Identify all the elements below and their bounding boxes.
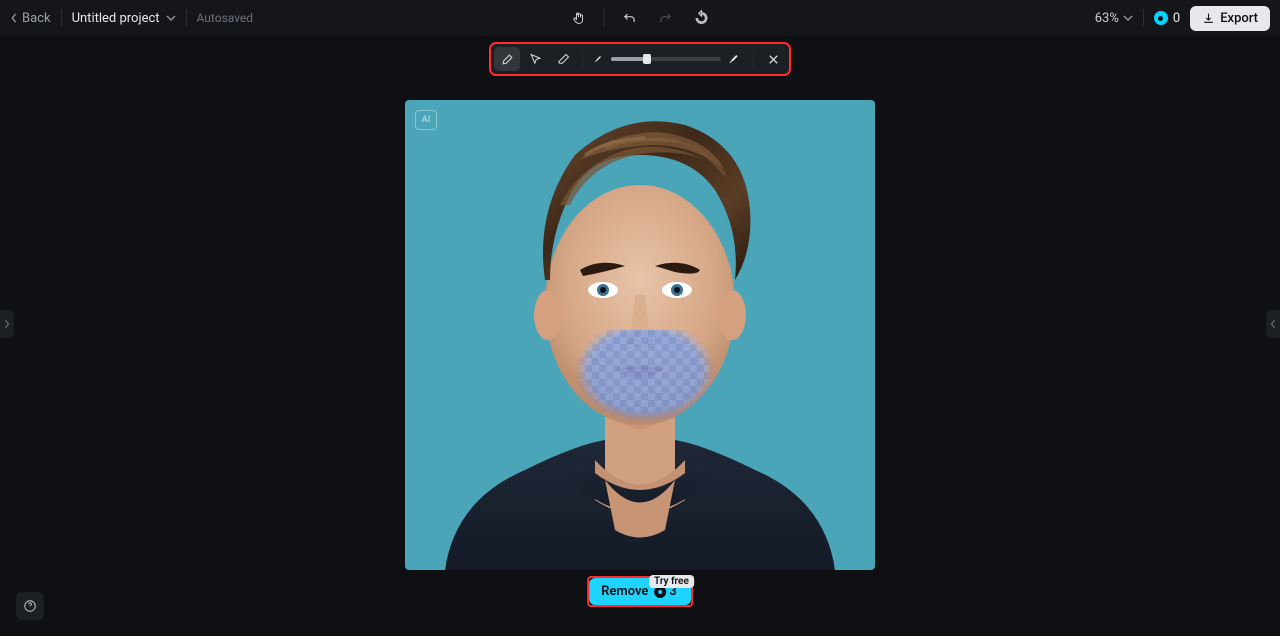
zoom-label: 63% — [1095, 11, 1119, 26]
chevron-left-icon — [10, 13, 18, 23]
try-free-badge: Try free — [649, 575, 694, 588]
close-toolbar-button[interactable] — [760, 47, 786, 71]
topbar-right: 63% 0 Export — [1095, 6, 1270, 31]
eraser-icon — [556, 52, 571, 67]
divider — [61, 9, 62, 27]
divider — [186, 9, 187, 27]
brush-small-icon — [593, 53, 605, 65]
pointer-select-icon — [528, 52, 543, 67]
remove-button-highlight: Remove 3 Try free — [587, 576, 693, 607]
chevron-left-icon — [1270, 319, 1276, 329]
brush-icon — [500, 52, 515, 67]
expand-right-panel-button[interactable] — [1266, 310, 1280, 338]
download-icon — [1202, 12, 1215, 25]
selection-highlight — [550, 330, 740, 440]
divider — [753, 50, 754, 68]
canvas[interactable]: AI — [405, 100, 875, 570]
project-title-dropdown[interactable]: Untitled project — [72, 11, 176, 26]
ai-badge: AI — [415, 110, 437, 130]
credits-icon — [1154, 11, 1168, 25]
chevron-down-icon — [1123, 15, 1133, 21]
erase-toolbar — [489, 42, 791, 76]
top-bar: Back Untitled project Autosaved 63% — [0, 0, 1280, 36]
reset-button[interactable] — [691, 7, 713, 29]
divider — [1143, 9, 1144, 27]
divider — [604, 9, 605, 27]
pan-tool-button[interactable] — [568, 7, 590, 29]
eraser-tool-button[interactable] — [550, 47, 576, 71]
back-label: Back — [22, 11, 51, 26]
export-button[interactable]: Export — [1190, 6, 1270, 31]
autosaved-label: Autosaved — [197, 11, 254, 25]
zoom-dropdown[interactable]: 63% — [1095, 11, 1133, 26]
brush-size-slider[interactable] — [611, 57, 721, 61]
chevron-down-icon — [166, 15, 176, 21]
chevron-right-icon — [4, 319, 10, 329]
erase-mask-overlay — [550, 330, 740, 440]
help-button[interactable] — [16, 592, 44, 620]
back-button[interactable]: Back — [10, 11, 51, 26]
undo-button[interactable] — [619, 7, 641, 29]
close-icon — [766, 52, 781, 67]
export-label: Export — [1220, 11, 1258, 26]
brush-tool-button[interactable] — [494, 47, 520, 71]
hand-icon — [571, 10, 587, 26]
slider-thumb[interactable] — [643, 54, 651, 64]
brush-size-slider-group — [589, 51, 747, 67]
remove-label: Remove — [601, 584, 648, 599]
expand-left-panel-button[interactable] — [0, 310, 14, 338]
undo-icon — [622, 10, 638, 26]
credits-count: 0 — [1173, 11, 1180, 26]
help-icon — [23, 599, 37, 613]
redo-icon — [658, 10, 674, 26]
project-title-text: Untitled project — [72, 11, 160, 26]
topbar-left: Back Untitled project Autosaved — [10, 9, 253, 27]
credits-indicator[interactable]: 0 — [1154, 11, 1180, 26]
topbar-center — [568, 7, 713, 29]
remove-button[interactable]: Remove 3 Try free — [589, 578, 691, 605]
reset-icon — [694, 10, 710, 26]
brush-large-icon — [727, 51, 743, 67]
divider — [582, 50, 583, 68]
lasso-tool-button[interactable] — [522, 47, 548, 71]
redo-button[interactable] — [655, 7, 677, 29]
